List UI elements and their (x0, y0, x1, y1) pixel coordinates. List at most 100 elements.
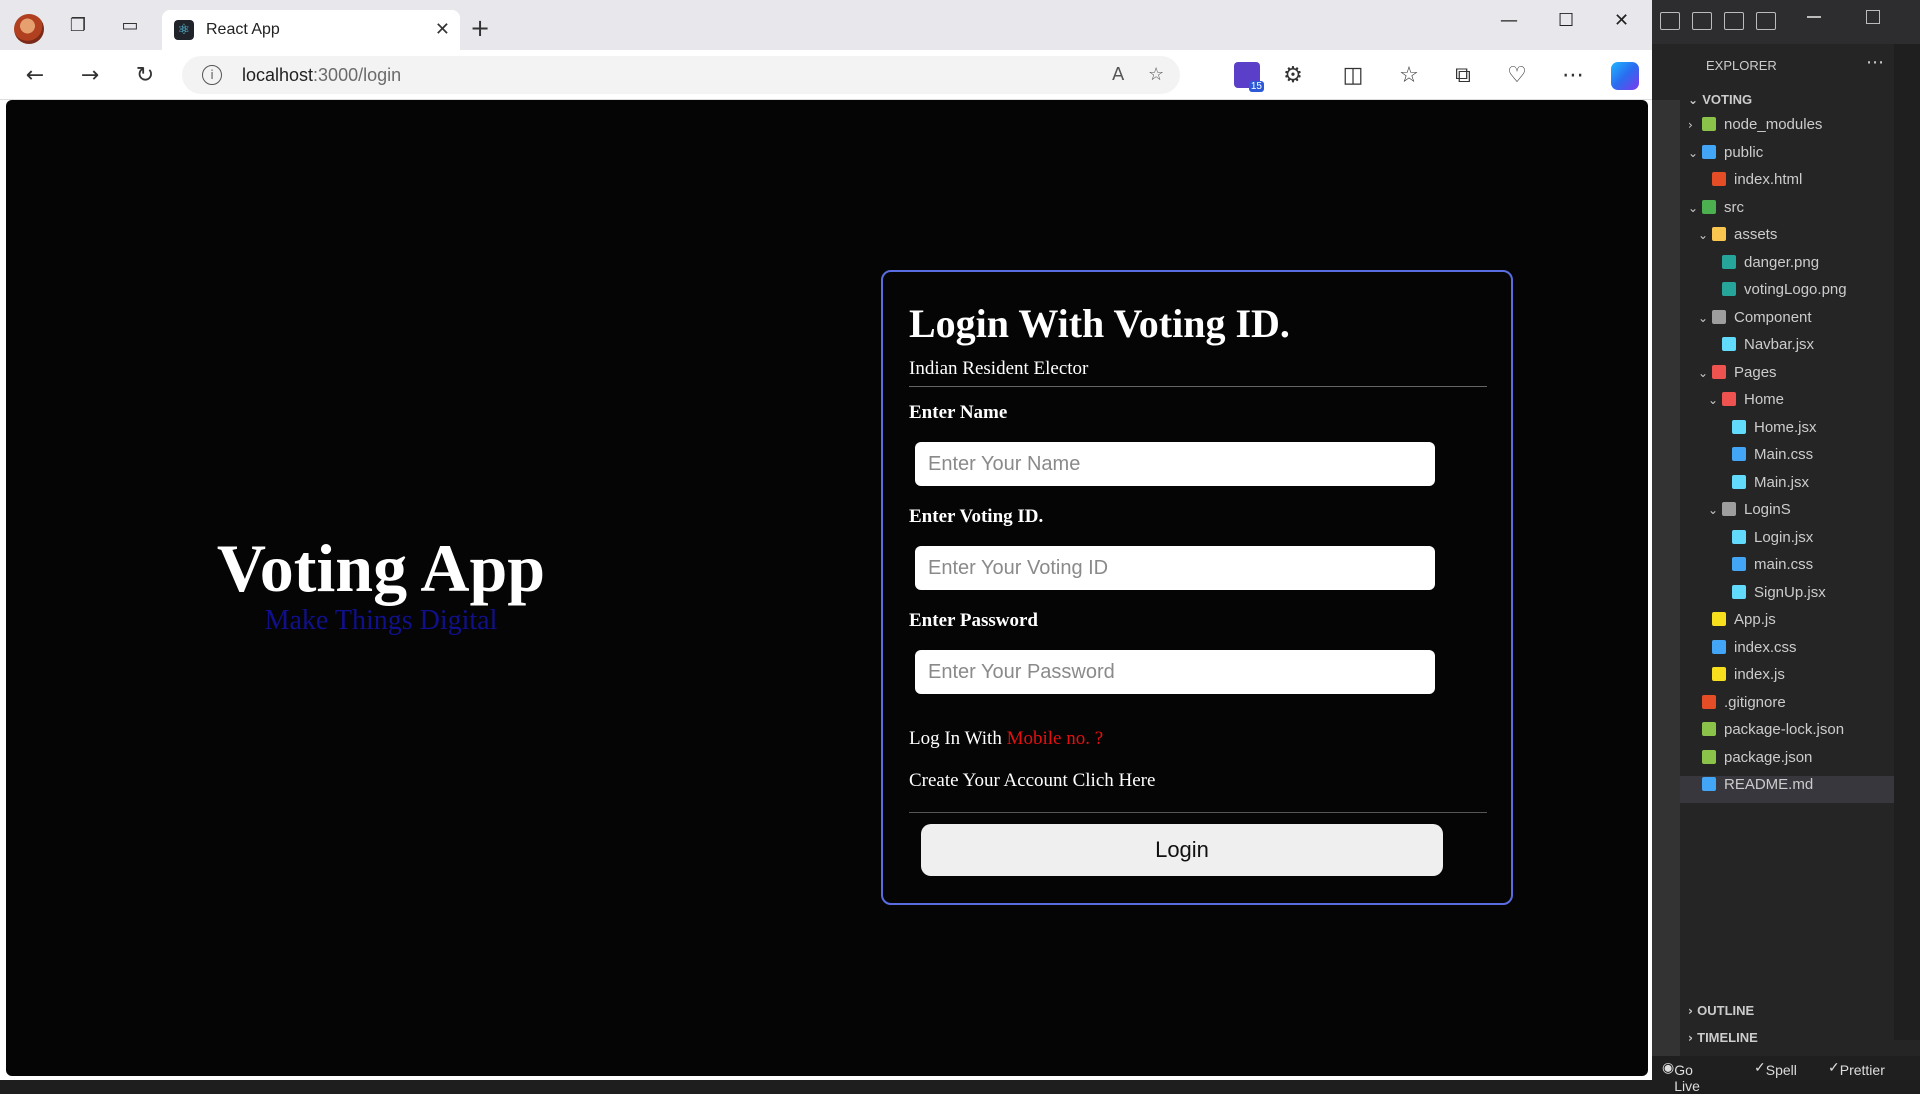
more-options-icon[interactable]: ⋯ (1560, 62, 1586, 88)
tree-item[interactable]: index.html (1698, 171, 1802, 198)
status-bar: ◉ Go Live ✓ Spell ✓ Prettier (1652, 1056, 1920, 1094)
toggle-sidebar-icon[interactable] (1660, 12, 1680, 30)
minimize-icon[interactable]: — (1500, 10, 1518, 31)
maximize-icon[interactable]: ☐ (1558, 10, 1574, 31)
password-input[interactable] (915, 650, 1435, 694)
file-icon (1722, 282, 1736, 296)
file-icon (1702, 199, 1716, 214)
tree-item[interactable]: ⌄ src (1688, 199, 1744, 226)
timeline-section[interactable]: › TIMELINE (1688, 1030, 1758, 1045)
favorites-icon[interactable]: ☆ (1396, 62, 1422, 88)
favorite-star-icon[interactable]: ☆ (1148, 64, 1164, 85)
copilot-icon[interactable] (1611, 62, 1639, 90)
tree-item-label: README.md (1724, 776, 1814, 793)
login-heading: Login With Voting ID. (909, 301, 1290, 346)
tree-item[interactable]: › node_modules (1688, 116, 1822, 143)
collections-icon[interactable]: ⧉ (1450, 62, 1476, 88)
tree-item[interactable]: Home.jsx (1718, 419, 1817, 446)
performance-icon[interactable]: ♡ (1504, 62, 1530, 88)
chevron-icon: ⌄ (1698, 310, 1709, 325)
tree-item[interactable]: votingLogo.png (1708, 281, 1847, 308)
browser-window: ❐ ▭ ⚛ React App ✕ + — ☐ ✕ ← → ↻ i localh… (0, 0, 1652, 1080)
go-live-button[interactable]: ◉ Go Live (1662, 1059, 1700, 1094)
customize-layout-icon[interactable] (1756, 12, 1776, 30)
toggle-panel-icon[interactable] (1692, 12, 1712, 30)
mobile-login-line: Log In With Mobile no. ? (909, 728, 1103, 750)
tree-item[interactable]: index.css (1698, 639, 1797, 666)
tree-item[interactable]: ⌄ Home (1708, 391, 1784, 418)
spell-button[interactable]: ✓ Spell (1754, 1059, 1797, 1078)
tree-item[interactable]: ⌄ assets (1698, 226, 1777, 253)
tree-item[interactable]: package-lock.json (1688, 721, 1844, 748)
outline-section[interactable]: › OUTLINE (1688, 1003, 1754, 1018)
tree-item[interactable]: ⌄ Pages (1698, 364, 1777, 391)
tree-item[interactable]: main.css (1718, 556, 1813, 583)
tree-item-label: .gitignore (1724, 693, 1786, 711)
tree-item[interactable]: ⌄ Component (1698, 309, 1812, 336)
login-button[interactable]: Login (921, 824, 1443, 876)
tree-item[interactable]: danger.png (1708, 254, 1819, 281)
tree-item[interactable]: App.js (1698, 611, 1776, 638)
file-icon (1732, 419, 1746, 434)
tree-item-label: Main.css (1754, 446, 1814, 463)
tree-item[interactable]: .gitignore (1688, 694, 1786, 721)
explorer-more-icon[interactable]: ⋯ (1866, 52, 1884, 73)
prettier-button[interactable]: ✓ Prettier (1828, 1059, 1885, 1078)
file-icon (1712, 667, 1726, 681)
file-icon (1702, 117, 1716, 131)
tree-item[interactable]: SignUp.jsx (1718, 584, 1826, 611)
file-icon (1702, 694, 1716, 709)
file-icon (1722, 337, 1736, 351)
tree-item-label: App.js (1734, 611, 1776, 628)
split-screen-icon[interactable]: ◫ (1340, 62, 1366, 88)
workspaces-icon[interactable]: ❐ (66, 13, 90, 37)
maximize-icon[interactable] (1866, 10, 1880, 24)
tree-item[interactable]: index.js (1698, 666, 1785, 693)
profile-avatar[interactable] (14, 14, 44, 44)
tree-item[interactable]: Login.jsx (1718, 529, 1813, 556)
name-input[interactable] (915, 442, 1435, 486)
tree-item[interactable]: Main.jsx (1718, 474, 1809, 501)
workspace-root[interactable]: ⌄ VOTING (1688, 92, 1752, 107)
tree-item[interactable]: Navbar.jsx (1708, 336, 1814, 363)
voting-id-input[interactable] (915, 546, 1435, 590)
file-icon (1702, 722, 1716, 736)
vscode-editor-gutter (1652, 100, 1680, 1060)
tree-item-label: main.css (1754, 556, 1814, 573)
extension-badge-icon[interactable]: 15 (1234, 62, 1264, 92)
tab-react-app[interactable]: ⚛ React App ✕ (162, 10, 460, 50)
vscode-activity-bar (1894, 44, 1920, 1040)
read-aloud-icon[interactable]: A (1112, 64, 1124, 85)
site-info-icon[interactable]: i (202, 65, 222, 85)
file-icon (1712, 227, 1726, 241)
tree-item[interactable]: package.json (1688, 749, 1812, 776)
back-icon[interactable]: ← (22, 62, 48, 88)
refresh-icon[interactable]: ↻ (132, 62, 158, 88)
new-tab-icon[interactable]: + (470, 14, 490, 42)
tree-item-label: Navbar.jsx (1744, 336, 1815, 353)
tree-item[interactable]: Main.css (1718, 446, 1813, 473)
forward-icon[interactable]: → (77, 62, 103, 88)
tree-item-label: Main.jsx (1754, 473, 1810, 491)
tree-item[interactable]: README.md (1680, 776, 1894, 803)
toggle-secondary-sidebar-icon[interactable] (1724, 12, 1744, 30)
close-window-icon[interactable]: ✕ (1614, 10, 1629, 31)
address-bar[interactable]: i localhost:3000/login A ☆ (182, 56, 1180, 94)
close-tab-icon[interactable]: ✕ (435, 19, 450, 40)
file-icon (1722, 254, 1736, 269)
divider (909, 386, 1487, 387)
create-account-link[interactable]: Create Your Account Clich Here (909, 770, 1155, 792)
tree-item[interactable]: ⌄ public (1688, 144, 1763, 171)
tree-item-label: Home.jsx (1754, 418, 1817, 436)
tree-item[interactable]: ⌄ LoginS (1708, 501, 1791, 528)
tree-item-label: SignUp.jsx (1754, 583, 1826, 601)
extensions-icon[interactable]: ⚙ (1280, 62, 1306, 88)
explorer-title: EXPLORER (1706, 58, 1777, 73)
url-text[interactable]: localhost:3000/login (242, 65, 401, 86)
tab-actions-icon[interactable]: ▭ (118, 13, 142, 37)
tree-item-label: Login.jsx (1754, 528, 1814, 546)
chevron-icon: › (1688, 118, 1693, 132)
minimize-icon[interactable] (1807, 16, 1821, 18)
mobile-login-link[interactable]: Mobile no. ? (1007, 728, 1104, 749)
tree-item-label: index.html (1734, 171, 1803, 188)
